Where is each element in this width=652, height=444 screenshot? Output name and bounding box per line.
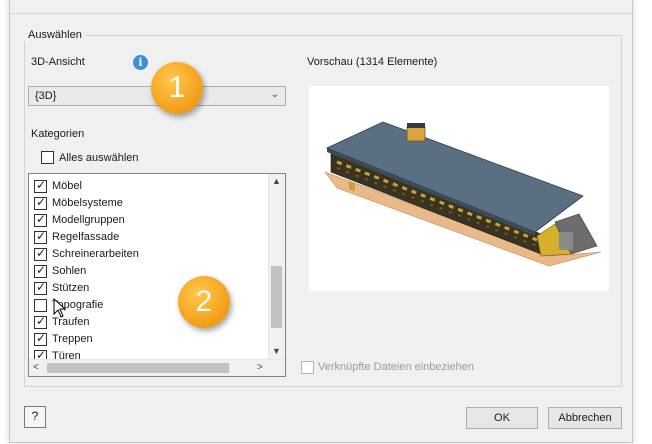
scroll-right-icon[interactable]: >	[257, 362, 263, 373]
horizontal-scrollbar[interactable]: < >	[29, 359, 285, 376]
groupbox-title: Auswählen	[24, 29, 86, 41]
list-item[interactable]: ✓ Regelfassade	[29, 229, 271, 246]
linked-files-checkbox[interactable]	[301, 361, 314, 374]
scroll-down-icon[interactable]: ▼	[272, 346, 281, 356]
cancel-button[interactable]: Abbrechen	[548, 407, 622, 429]
item-label: Schreinerarbeiten	[52, 248, 139, 260]
item-checkbox[interactable]: ✓	[34, 212, 47, 227]
item-label: Treppen	[52, 333, 93, 345]
item-checkbox[interactable]: ✓	[34, 195, 47, 210]
list-item[interactable]: ✓ Treppen	[29, 331, 271, 348]
scroll-left-icon[interactable]: <	[33, 362, 39, 373]
item-checkbox[interactable]	[34, 299, 47, 312]
item-checkbox[interactable]: ✓	[34, 314, 47, 329]
item-checkbox[interactable]: ✓	[34, 246, 47, 261]
list-item[interactable]: ✓ Stützen	[29, 280, 271, 297]
list-item[interactable]: ✓ Möbel	[29, 178, 271, 195]
item-label: Sohlen	[52, 265, 87, 277]
preview-label: Vorschau (1314 Elemente)	[307, 56, 438, 68]
info-icon[interactable]: i	[133, 55, 148, 70]
view-dropdown-value: {3D}	[35, 90, 57, 102]
item-checkbox[interactable]: ✓	[34, 331, 47, 346]
select-all-checkbox[interactable]	[41, 151, 54, 164]
list-item[interactable]: ✓ Schreinerarbeiten	[29, 246, 271, 263]
item-label: Modellgruppen	[52, 214, 125, 226]
item-label: Regelfassade	[52, 231, 120, 243]
mouse-pointer-icon	[53, 298, 67, 318]
horizontal-scroll-thumb[interactable]	[47, 363, 229, 373]
dialog-top-strip	[10, 0, 632, 14]
chevron-down-icon: ⌄	[270, 89, 279, 100]
callout-badge-1: 1	[151, 62, 203, 114]
callout-badge-2: 2	[178, 276, 230, 328]
list-item[interactable]: ✓ Möbelsysteme	[29, 195, 271, 212]
select-all-label: Alles auswählen	[59, 152, 139, 164]
item-checkbox[interactable]: ✓	[34, 229, 47, 244]
vertical-scrollbar[interactable]: ▲ ▼	[268, 174, 285, 360]
linked-files-label: Verknüpfte Dateien einbeziehen	[318, 361, 474, 373]
item-checkbox[interactable]: ✓	[34, 178, 47, 193]
help-button[interactable]: ?	[24, 406, 46, 428]
item-label: Möbel	[52, 180, 82, 192]
item-checkbox[interactable]: ✓	[34, 280, 47, 295]
list-item[interactable]: ✓ Modellgruppen	[29, 212, 271, 229]
categories-label: Kategorien	[31, 128, 85, 140]
view-label: 3D-Ansicht	[31, 56, 85, 68]
scroll-up-icon[interactable]: ▲	[272, 176, 281, 186]
item-label: Möbelsysteme	[52, 197, 123, 209]
list-item[interactable]: ✓ Sohlen	[29, 263, 271, 280]
categories-list[interactable]: ✓ Möbel ✓ Möbelsysteme ✓ Modellgruppen ✓…	[28, 173, 286, 377]
building-preview-image	[324, 121, 602, 267]
ok-button[interactable]: OK	[466, 407, 538, 429]
item-checkbox[interactable]: ✓	[34, 263, 47, 278]
preview-pane	[309, 86, 609, 291]
item-label: Stützen	[52, 282, 90, 294]
categories-items: ✓ Möbel ✓ Möbelsysteme ✓ Modellgruppen ✓…	[29, 178, 271, 365]
vertical-scroll-thumb[interactable]	[271, 266, 282, 328]
